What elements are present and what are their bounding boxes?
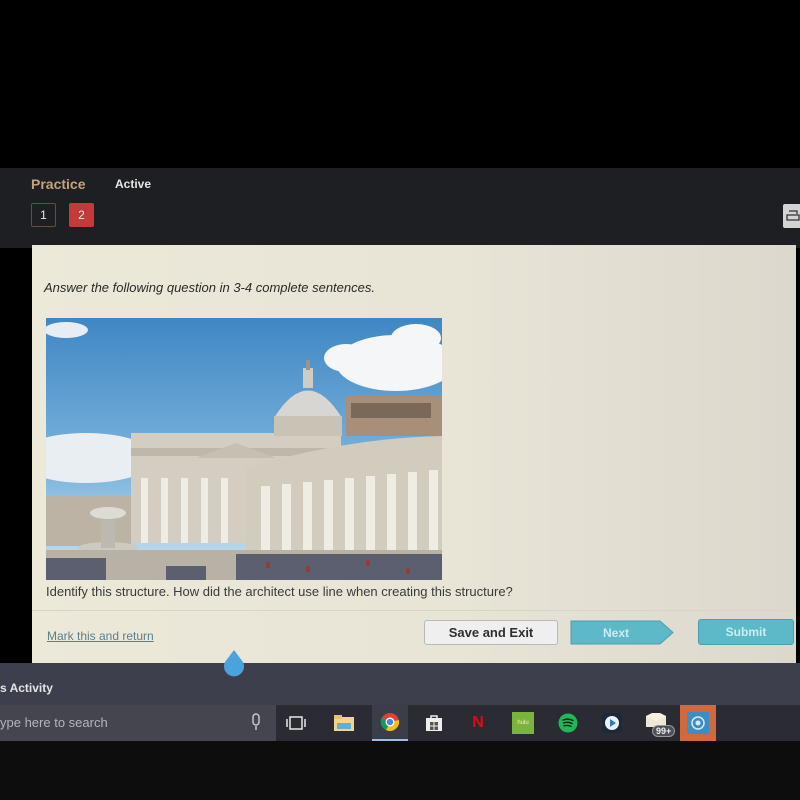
store-icon	[426, 715, 442, 731]
print-button[interactable]	[783, 204, 800, 228]
microphone-icon[interactable]	[250, 712, 262, 737]
question-text: Identify this structure. How did the arc…	[46, 584, 513, 599]
printer-icon	[786, 210, 800, 221]
status-label: Active	[115, 177, 152, 191]
progress-slider-handle[interactable]	[222, 650, 246, 678]
activity-label: s Activity	[0, 681, 53, 695]
next-button[interactable]: Next	[570, 620, 674, 645]
active-app-button[interactable]	[680, 705, 716, 741]
hulu-label: hulu	[517, 720, 529, 726]
spotify-icon	[558, 713, 578, 733]
next-label: Next	[602, 625, 629, 640]
mark-and-return-link[interactable]: Mark this and return	[47, 629, 154, 643]
file-explorer-button[interactable]	[326, 705, 362, 741]
hulu-icon: hulu	[512, 712, 534, 734]
media-player-icon	[602, 713, 622, 733]
divider	[32, 610, 796, 611]
hulu-button[interactable]: hulu	[505, 705, 541, 741]
section-title: Practice	[31, 176, 86, 192]
store-button[interactable]	[416, 705, 452, 741]
app-target-icon	[687, 712, 709, 734]
mail-unread-badge: 99+	[652, 725, 676, 737]
netflix-icon: N	[472, 714, 484, 731]
save-and-exit-button[interactable]: Save and Exit	[424, 620, 558, 645]
activity-footer	[0, 663, 800, 705]
chrome-icon	[380, 713, 400, 731]
spotify-button[interactable]	[550, 705, 586, 741]
task-view-icon	[286, 716, 306, 730]
folder-icon	[334, 715, 354, 731]
instructions-text: Answer the following question in 3-4 com…	[44, 280, 375, 295]
chrome-button[interactable]	[372, 705, 408, 741]
submit-button[interactable]: Submit	[698, 619, 794, 645]
netflix-button[interactable]: N	[460, 705, 496, 741]
droplet-handle-icon	[224, 650, 244, 677]
media-player-button[interactable]	[594, 705, 630, 741]
question-image	[46, 318, 442, 580]
screen-bezel-top	[0, 0, 800, 168]
question-nav-2[interactable]: 2	[69, 203, 94, 227]
question-nav-1[interactable]: 1	[31, 203, 56, 227]
mail-button[interactable]: 99+	[640, 705, 676, 741]
task-view-button[interactable]	[278, 705, 314, 741]
taskbar-search-placeholder: ype here to search	[0, 715, 108, 730]
screen-bezel-bottom	[0, 741, 800, 800]
